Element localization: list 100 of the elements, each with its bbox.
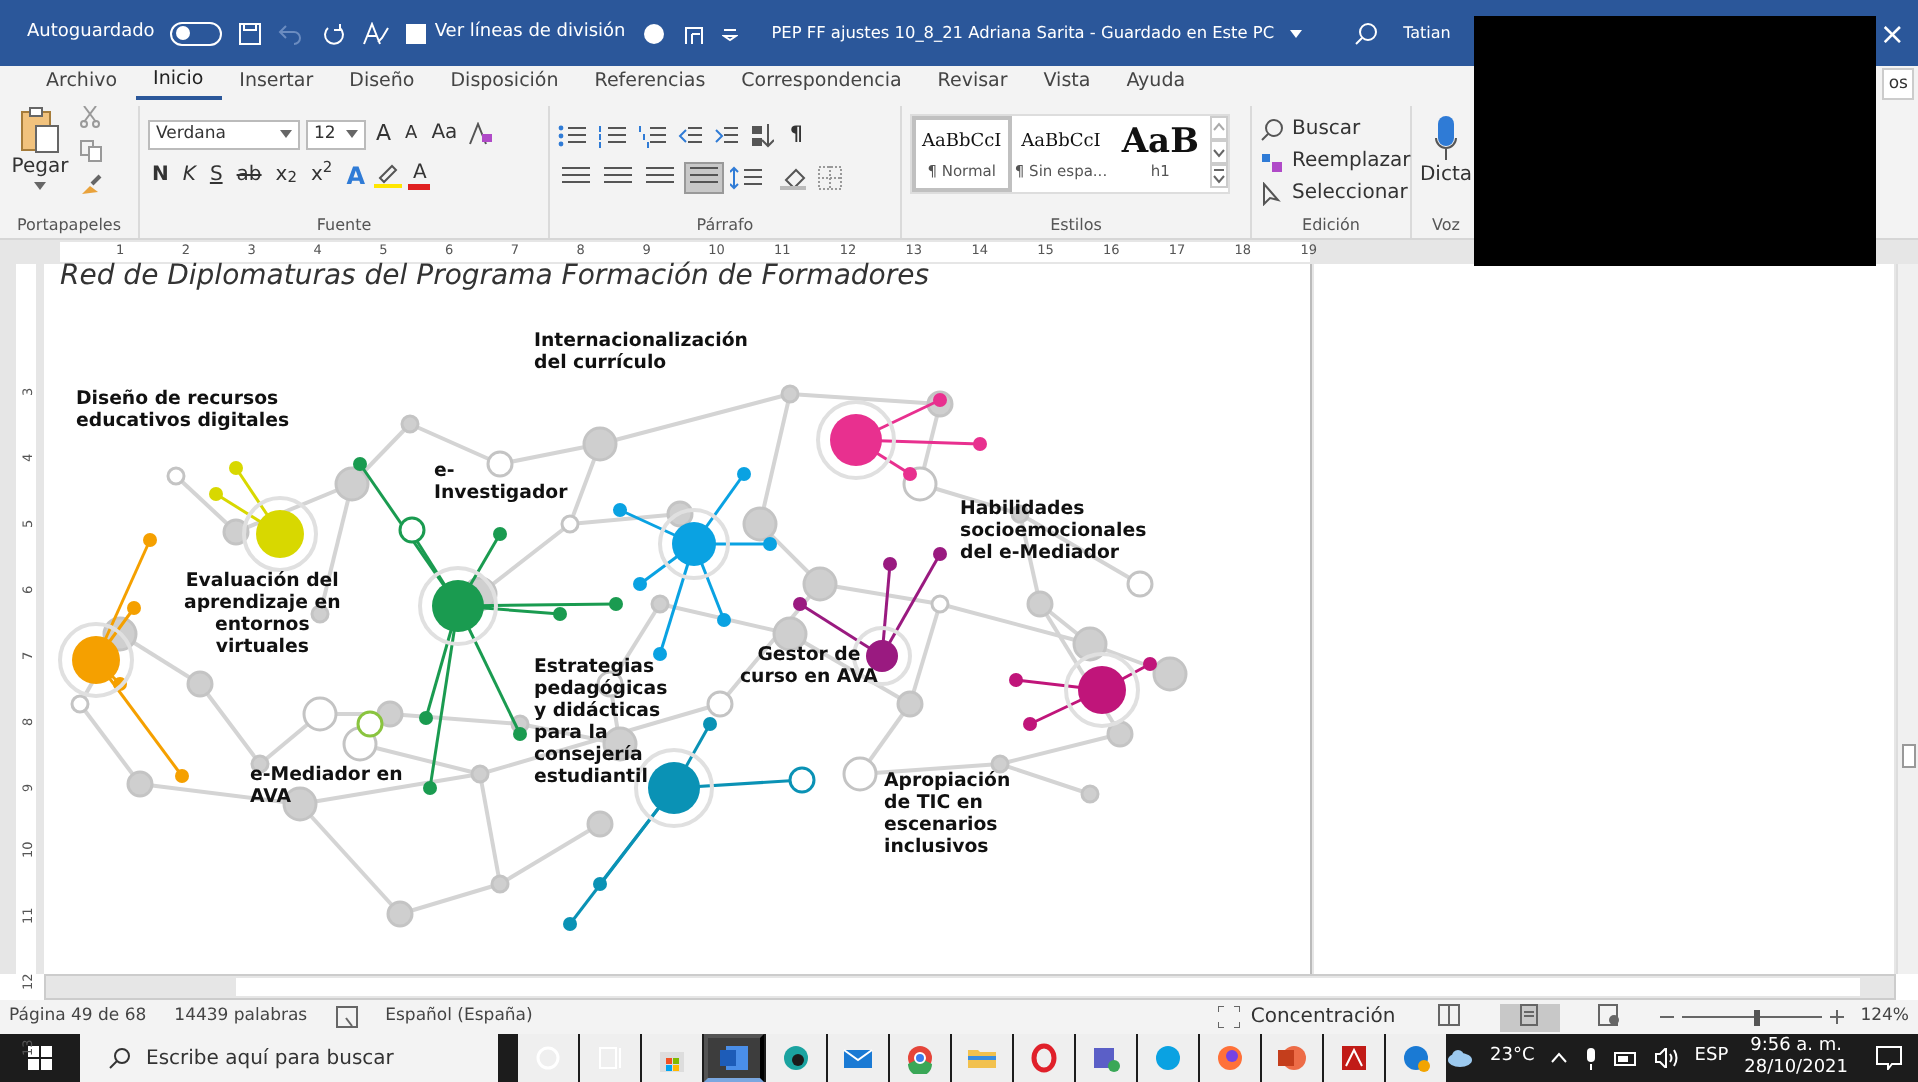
- focus-button[interactable]: Concentración: [1246, 1003, 1400, 1031]
- input-language[interactable]: ESP: [1694, 1044, 1729, 1072]
- microphone-icon[interactable]: [1584, 1047, 1599, 1069]
- folder-icon[interactable]: [952, 1034, 1013, 1082]
- minus-icon[interactable]: [1659, 1010, 1674, 1024]
- brush-icon[interactable]: [80, 173, 102, 195]
- envelope-icon[interactable]: [828, 1034, 889, 1082]
- grow-font-button[interactable]: A: [372, 120, 396, 148]
- superscript-button[interactable]: x$^{2}$: [306, 161, 337, 189]
- font-color-button[interactable]: A: [408, 161, 431, 189]
- horizontal-scrollbar[interactable]: [44, 974, 1896, 1000]
- underline-button[interactable]: S: [205, 161, 227, 189]
- more-styles-icon[interactable]: [1209, 163, 1228, 187]
- autosave-toggle[interactable]: [170, 21, 223, 45]
- increase-indent-icon[interactable]: [714, 123, 738, 147]
- diagram-label: e- Investigador: [434, 460, 568, 504]
- language-label[interactable]: Español (España): [385, 1004, 533, 1030]
- gridlines-checkbox[interactable]: [406, 23, 427, 43]
- dictate-button[interactable]: Dicta: [1415, 161, 1477, 189]
- ribbon-tab[interactable]: Archivo: [28, 66, 136, 100]
- search-field[interactable]: Escribe aquí para buscar: [80, 1034, 499, 1082]
- clock-date[interactable]: 28/10/2021: [1744, 1058, 1848, 1080]
- notification-icon[interactable]: [1876, 1046, 1902, 1070]
- shrink-font-button[interactable]: A: [401, 120, 422, 148]
- justify-button[interactable]: [684, 161, 724, 193]
- zoom-slider-thumb[interactable]: [1753, 1009, 1760, 1025]
- autosave-label: Autoguardado: [27, 19, 155, 46]
- ribbon-tab[interactable]: Diseño: [331, 66, 433, 100]
- borders-icon[interactable]: [818, 165, 842, 189]
- spelling-icon[interactable]: [362, 21, 391, 45]
- diagram-label: Evaluación del aprendizaje en entornos virtuales: [184, 570, 341, 658]
- line-spacing-icon[interactable]: [730, 165, 762, 189]
- bullets-icon[interactable]: [558, 123, 586, 147]
- document-icon[interactable]: [1324, 1034, 1385, 1082]
- chevron-up-icon[interactable]: [1550, 1052, 1569, 1064]
- battery-icon[interactable]: [1614, 1051, 1639, 1065]
- scroll-thumb[interactable]: [1902, 744, 1916, 768]
- ribbon-tab[interactable]: Referencias: [576, 66, 724, 100]
- caret-icon[interactable]: [1290, 29, 1303, 37]
- text-effects-button[interactable]: A: [342, 161, 369, 189]
- change-case-button[interactable]: Aa: [427, 120, 462, 148]
- plus-icon[interactable]: [1829, 1010, 1844, 1024]
- clear-format-icon[interactable]: [467, 122, 492, 146]
- help-icon[interactable]: [1386, 1034, 1447, 1082]
- speaker-icon[interactable]: [1654, 1048, 1679, 1068]
- italic-button[interactable]: K: [178, 161, 200, 189]
- cloud-icon[interactable]: [1446, 1048, 1475, 1068]
- view-button[interactable]: [1499, 1003, 1560, 1031]
- scroll-down-icon[interactable]: [1209, 139, 1228, 163]
- presentation-icon[interactable]: [1262, 1034, 1323, 1082]
- clipboard-icon[interactable]: [18, 105, 62, 153]
- scroll-thumb[interactable]: [236, 978, 1860, 996]
- ribbon-tab[interactable]: Ayuda: [1108, 66, 1204, 100]
- document-title: PEP FF ajustes 10_8_21 Adriana Sarita - Guardado en Este PC: [771, 20, 1275, 46]
- zoom-level[interactable]: 124%: [1860, 1004, 1909, 1030]
- bold-button[interactable]: N: [148, 161, 173, 189]
- microphone-icon[interactable]: [1434, 113, 1458, 161]
- subscript-button[interactable]: x$_{2}$: [271, 161, 301, 189]
- pilcrow-button[interactable]: ¶: [786, 121, 807, 149]
- ribbon-tab[interactable]: Revisar: [919, 66, 1026, 100]
- caret-icon[interactable]: [34, 181, 46, 189]
- temperature[interactable]: 23°C: [1490, 1044, 1535, 1072]
- customize-icon[interactable]: [721, 25, 738, 41]
- font-name-field[interactable]: Verdana: [148, 119, 300, 149]
- word-icon[interactable]: [704, 1034, 765, 1082]
- justify-icon: [690, 163, 718, 188]
- sort-icon[interactable]: [750, 123, 774, 147]
- ribbon-tab[interactable]: Correspondencia: [723, 66, 920, 100]
- read-view-icon: [1438, 1004, 1461, 1027]
- strikethrough-button[interactable]: ab: [232, 161, 266, 189]
- decrease-indent-icon[interactable]: [678, 123, 702, 147]
- save-icon[interactable]: [238, 21, 263, 45]
- vertical-scrollbar[interactable]: [1896, 264, 1918, 974]
- replace-button[interactable]: Reemplazar: [1288, 147, 1415, 175]
- ribbon-tab[interactable]: Disposición: [432, 66, 577, 100]
- shading-icon[interactable]: [780, 165, 812, 189]
- close-button[interactable]: ×: [1875, 19, 1909, 47]
- group-label: Párrafo: [694, 213, 756, 237]
- select-button[interactable]: Seleccionar: [1288, 179, 1412, 207]
- caret-icon: [346, 130, 358, 138]
- scissors-icon[interactable]: [80, 105, 100, 127]
- find-button[interactable]: Buscar: [1288, 115, 1365, 143]
- highlighter-icon[interactable]: [374, 162, 403, 188]
- zoom-slider[interactable]: [1681, 1009, 1822, 1025]
- proofing-icon[interactable]: [335, 1006, 358, 1028]
- redo-icon[interactable]: [322, 21, 347, 45]
- ribbon-tab[interactable]: Vista: [1025, 66, 1109, 100]
- multilevel-list-icon[interactable]: [638, 123, 666, 147]
- paste-button[interactable]: Pegar: [7, 153, 73, 181]
- copy-icon[interactable]: [80, 139, 102, 161]
- ring-icon[interactable]: [1014, 1034, 1075, 1082]
- search-icon[interactable]: [1354, 21, 1379, 45]
- font-size-field[interactable]: 12: [306, 119, 366, 149]
- clock-time[interactable]: 9:56 a. m.: [1750, 1036, 1843, 1058]
- group-label: Portapapeles: [14, 213, 124, 237]
- ribbon-tab[interactable]: Insertar: [221, 66, 332, 100]
- circle-icon[interactable]: [641, 21, 666, 45]
- touch-mode-icon[interactable]: [681, 21, 706, 45]
- share-button[interactable]: os: [1882, 67, 1914, 99]
- numbering-icon[interactable]: [598, 123, 626, 147]
